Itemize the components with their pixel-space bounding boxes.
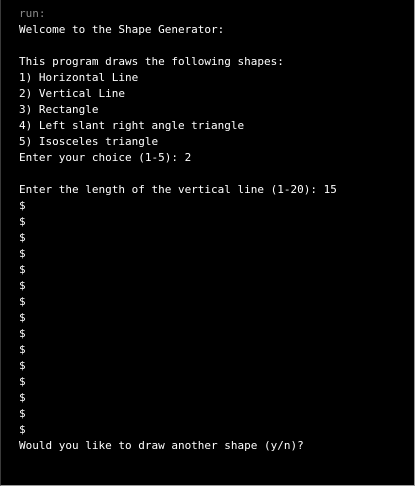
shape-line-row: $ xyxy=(19,311,26,324)
shape-line-row: $ xyxy=(19,199,26,212)
shape-line-row: $ xyxy=(19,327,26,340)
shape-line-row: $ xyxy=(19,215,26,228)
shape-line-row: $ xyxy=(19,375,26,388)
console-output-panel[interactable]: run: Welcome to the Shape Generator: Thi… xyxy=(0,0,415,486)
shape-line-row: $ xyxy=(19,247,26,260)
menu-item-isosceles-triangle: 5) Isosceles triangle xyxy=(19,135,159,148)
shape-line-row: $ xyxy=(19,423,26,436)
shape-line-row: $ xyxy=(19,359,26,372)
menu-item-rectangle: 3) Rectangle xyxy=(19,103,99,116)
intro-line: This program draws the following shapes: xyxy=(19,55,284,68)
run-label: run: xyxy=(19,7,46,20)
menu-item-horizontal-line: 1) Horizontal Line xyxy=(19,71,139,84)
welcome-line: Welcome to the Shape Generator: xyxy=(19,23,225,36)
length-prompt-line: Enter the length of the vertical line (1… xyxy=(19,183,337,196)
draw-again-prompt-line: Would you like to draw another shape (y/… xyxy=(19,439,304,452)
shape-line-row: $ xyxy=(19,263,26,276)
shape-line-row: $ xyxy=(19,295,26,308)
shape-line-row: $ xyxy=(19,407,26,420)
menu-item-left-slant-triangle: 4) Left slant right angle triangle xyxy=(19,119,245,132)
shape-line-row: $ xyxy=(19,279,26,292)
console-text: Welcome to the Shape Generator: This pro… xyxy=(19,22,337,454)
menu-item-vertical-line: 2) Vertical Line xyxy=(19,87,125,100)
choice-prompt-line: Enter your choice (1-5): 2 xyxy=(19,151,192,164)
shape-line-row: $ xyxy=(19,391,26,404)
shape-line-row: $ xyxy=(19,343,26,356)
shape-line-row: $ xyxy=(19,231,26,244)
vertical-line-shape: $ $ $ $ $ $ $ $ $ $ $ $ $ $ $ xyxy=(19,198,337,438)
